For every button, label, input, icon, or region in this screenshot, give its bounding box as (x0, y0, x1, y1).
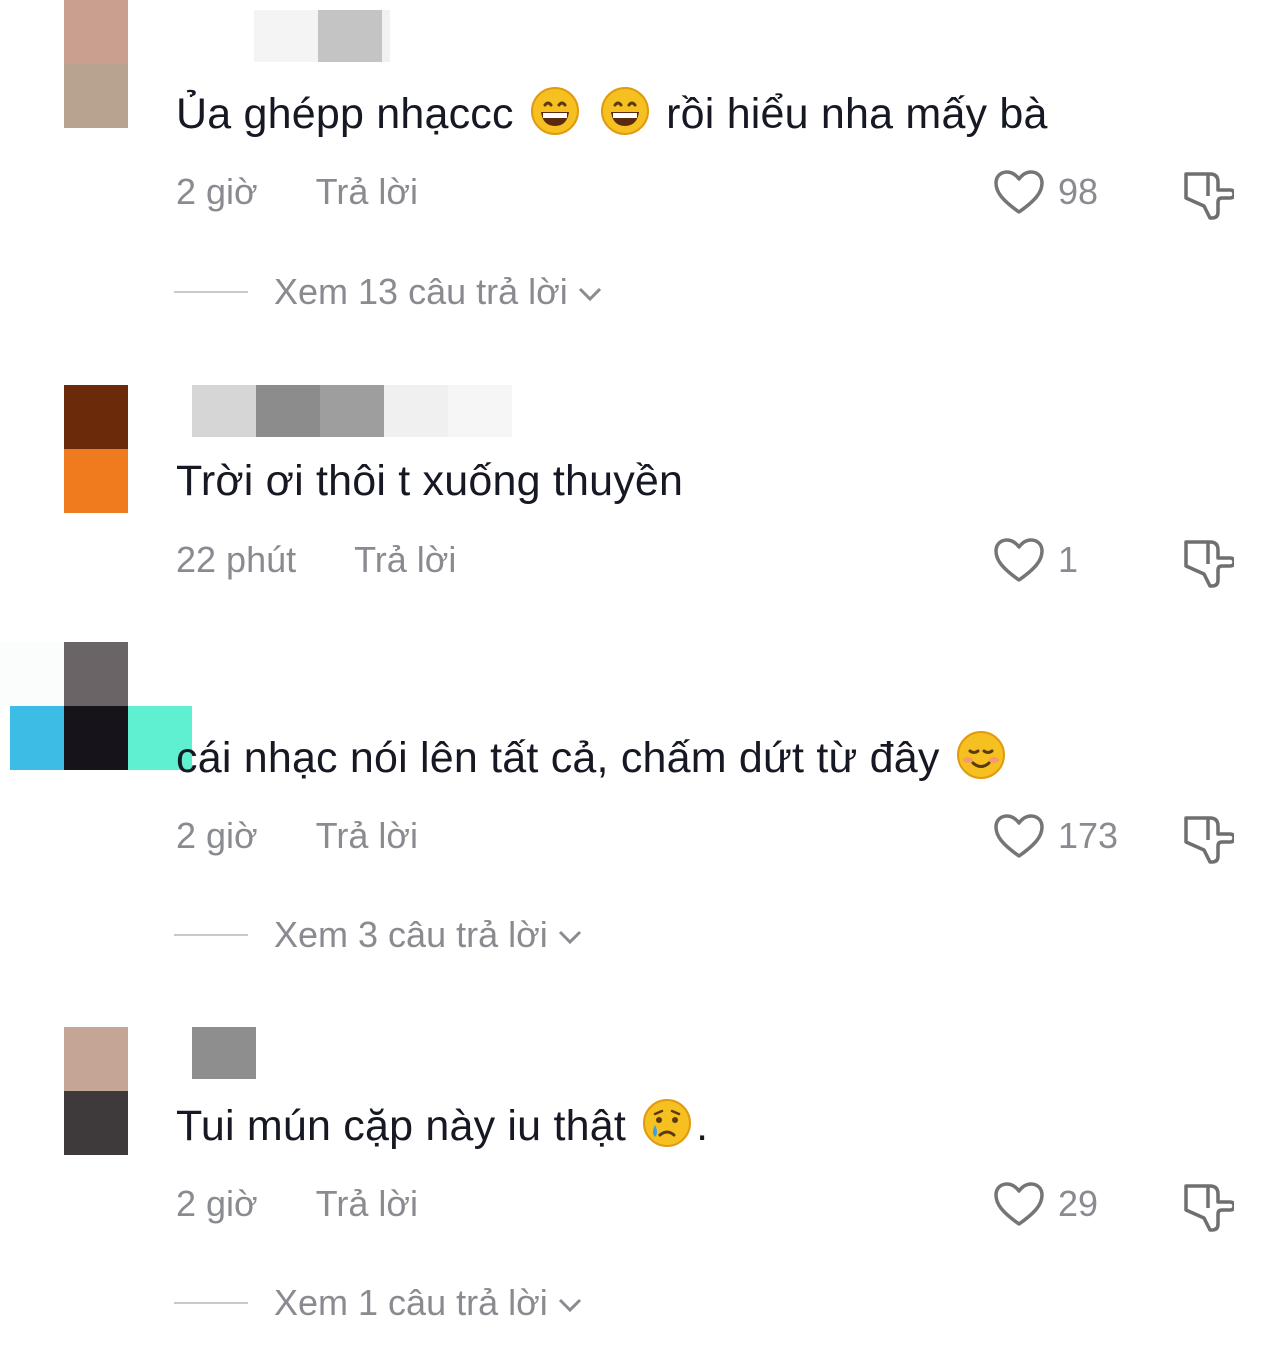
comment-text: cái nhạc nói lên tất cả, chấm dứt từ đây (176, 730, 1010, 783)
like-count: 1 (1058, 539, 1079, 580)
reply-button[interactable]: Trả lời (316, 171, 418, 212)
heart-outline-icon (994, 538, 1044, 582)
view-replies-button[interactable]: Xem 3 câu trả lời (174, 913, 584, 957)
thumbs-down-icon[interactable] (1178, 164, 1234, 220)
timestamp: 2 giờ (176, 815, 258, 856)
like-button[interactable]: 98 (992, 166, 1098, 218)
timestamp: 2 giờ (176, 1183, 258, 1224)
replies-divider (174, 291, 248, 293)
replies-divider (174, 1302, 248, 1304)
replies-divider (174, 934, 248, 936)
comment-meta: 2 giờ Trả lời (176, 170, 418, 214)
reply-button[interactable]: Trả lời (354, 539, 456, 580)
view-replies-button[interactable]: Xem 13 câu trả lời (174, 270, 604, 314)
comment-meta: 2 giờ Trả lời (176, 1182, 418, 1226)
chevron-down-icon (558, 1298, 581, 1313)
timestamp: 22 phút (176, 539, 297, 580)
heart-outline-icon (994, 170, 1044, 214)
thumbs-down-icon[interactable] (1178, 808, 1234, 864)
username-redacted[interactable] (192, 1027, 256, 1079)
view-replies-button[interactable]: Xem 1 câu trả lời (174, 1281, 584, 1325)
avatar[interactable] (64, 385, 128, 513)
like-button[interactable]: 1 (992, 534, 1078, 586)
reply-button[interactable]: Trả lời (316, 815, 418, 856)
comment-text: Ủa ghépp nhạccc rồi hiểu nha mấy bà (176, 86, 1048, 139)
chevron-down-icon (578, 287, 601, 302)
like-button[interactable]: 173 (992, 810, 1118, 862)
avatar[interactable] (0, 642, 192, 770)
grinning-face-emoji-icon (530, 87, 579, 135)
heart-outline-icon (994, 1182, 1044, 1226)
comment-meta: 2 giờ Trả lời (176, 814, 418, 858)
avatar[interactable] (64, 1027, 128, 1155)
comment-text: Tui mún cặp này iu thật . (176, 1098, 708, 1151)
thumbs-down-icon[interactable] (1178, 1176, 1234, 1232)
reply-button[interactable]: Trả lời (316, 1183, 418, 1224)
comment-meta: 22 phút Trả lời (176, 538, 456, 582)
grinning-face-emoji-icon (601, 87, 649, 135)
heart-outline-icon (994, 814, 1044, 858)
thumbs-down-icon[interactable] (1178, 532, 1234, 588)
comment-text: Trời ơi thôi t xuống thuyền (176, 457, 684, 505)
username-redacted[interactable] (192, 385, 512, 437)
crying-face-emoji-icon (643, 1099, 692, 1147)
username-redacted[interactable] (254, 10, 390, 62)
timestamp: 2 giờ (176, 171, 258, 212)
like-count: 98 (1058, 171, 1099, 212)
smiling-face-emoji-icon (956, 731, 1005, 779)
like-count: 29 (1058, 1183, 1099, 1224)
like-count: 173 (1058, 815, 1119, 856)
like-button[interactable]: 29 (992, 1178, 1098, 1230)
chevron-down-icon (558, 930, 581, 945)
avatar[interactable] (64, 0, 128, 128)
